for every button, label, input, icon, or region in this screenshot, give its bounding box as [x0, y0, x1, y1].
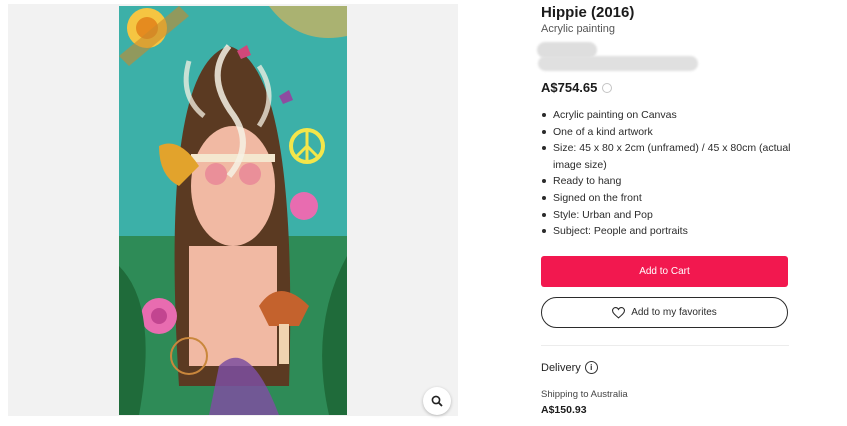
add-to-favorites-label: Add to my favorites — [631, 307, 717, 318]
heart-icon — [612, 306, 626, 319]
artwork-gallery — [8, 4, 458, 416]
feature-item: Size: 45 x 80 x 2cm (unframed) / 45 x 80… — [541, 140, 791, 173]
price-row: A$754.65 — [541, 80, 613, 95]
artwork-image[interactable] — [119, 6, 347, 415]
feature-item: Acrylic painting on Canvas — [541, 107, 791, 124]
delivery-header: Delivery i — [541, 361, 598, 374]
feature-list: Acrylic painting on Canvas One of a kind… — [541, 107, 791, 240]
product-subtitle: Acrylic painting — [541, 23, 615, 35]
price-info-icon[interactable] — [602, 82, 613, 93]
add-to-cart-button[interactable]: Add to Cart — [541, 256, 788, 287]
add-to-favorites-button[interactable]: Add to my favorites — [541, 297, 788, 328]
redacted-artist-location — [538, 56, 698, 71]
feature-item: One of a kind artwork — [541, 124, 791, 141]
delivery-heading: Delivery — [541, 361, 581, 374]
shipping-price: A$150.93 — [541, 404, 587, 416]
info-icon[interactable]: i — [584, 361, 598, 374]
section-divider — [541, 345, 789, 346]
feature-item: Style: Urban and Pop — [541, 207, 791, 224]
product-title: Hippie (2016) — [541, 4, 635, 21]
zoom-icon — [431, 395, 443, 407]
feature-item: Ready to hang — [541, 173, 791, 190]
feature-item: Subject: People and portraits — [541, 223, 791, 240]
zoom-button[interactable] — [423, 387, 451, 415]
shipping-label: Shipping to Australia — [541, 389, 628, 400]
product-price: A$754.65 — [541, 80, 598, 95]
feature-item: Signed on the front — [541, 190, 791, 207]
